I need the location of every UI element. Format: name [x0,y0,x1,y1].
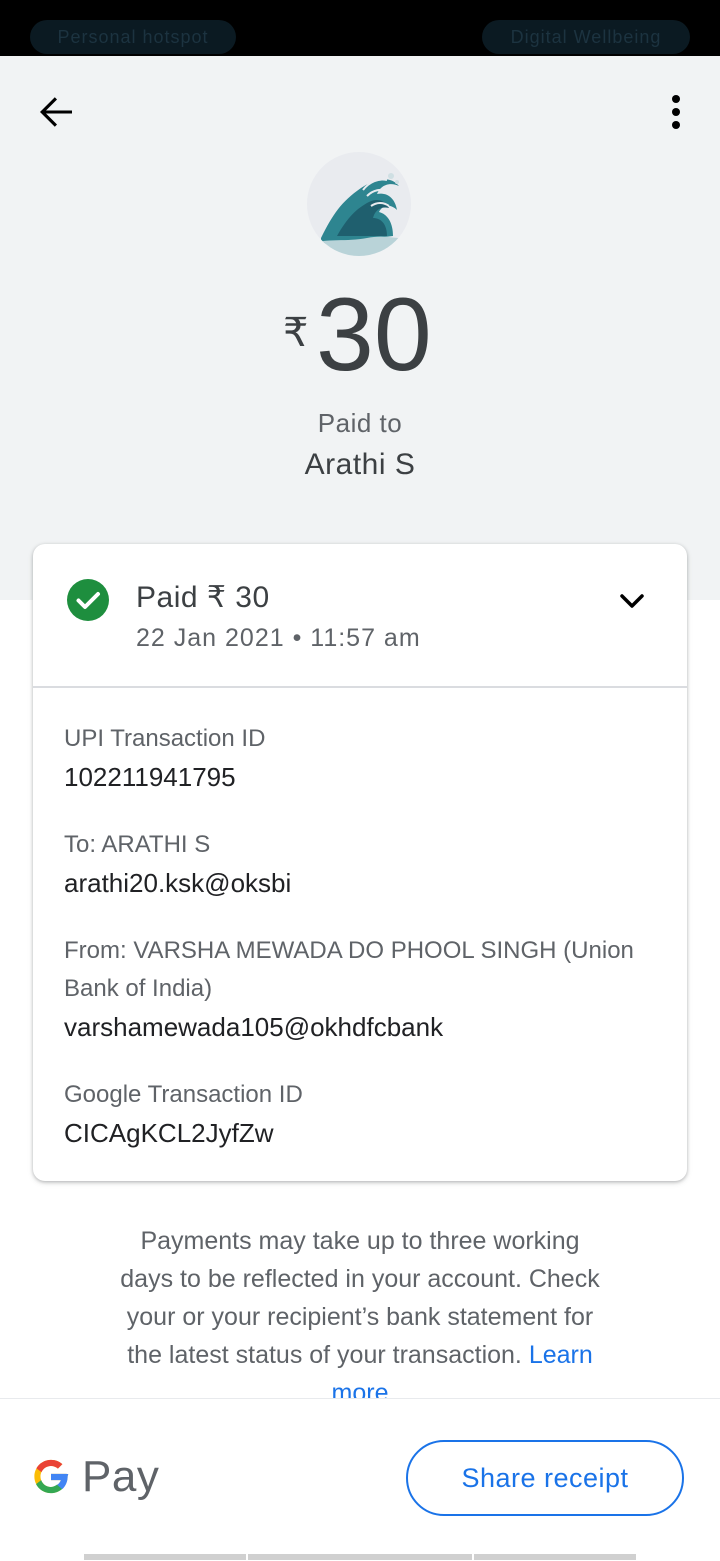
wave-avatar-image [307,152,411,256]
upi-transaction-id-label: UPI Transaction ID [64,725,266,752]
upi-transaction-id-value: 102211941795 [64,762,236,792]
payment-status: Paid ₹ 30 [136,581,270,614]
arrow-back-icon [40,97,72,127]
currency-symbol: ₹ [283,311,309,355]
google-transaction-id-value: CICAgKCL2JyfZw [64,1118,274,1148]
payee-name: Arathi S [304,448,416,481]
processing-note: Payments may take up to three working da… [120,1222,600,1398]
processing-note-text: Payments may take up to three working da… [120,1227,600,1369]
avatar [307,152,411,256]
more-options-button[interactable] [652,86,700,138]
check-circle-icon [67,579,109,621]
nav-indicator-segment [84,1554,246,1560]
google-pay-logo: Pay [30,1452,170,1506]
chevron-down-icon [620,594,644,608]
google-transaction-id-label: Google Transaction ID [64,1081,303,1108]
amount-display: ₹ 30 [0,280,720,390]
payment-datetime: 22 Jan 2021 • 11:57 am [136,624,421,652]
sender-label: From: VARSHA MEWADA DO PHOOL SINGH (Unio… [64,937,634,1002]
recipient-upi-id: arathi20.ksk@oksbi [64,868,292,898]
share-receipt-button[interactable]: Share receipt [406,1440,684,1516]
divider [33,686,687,688]
nav-indicator-segment [474,1554,636,1560]
more-vert-icon [672,95,680,129]
transaction-status-row[interactable]: Paid ₹ 30 22 Jan 2021 • 11:57 am [33,544,687,686]
recipient-label: To: ARATHI S [64,831,211,858]
status-bar: Personal hotspot Digital Wellbeing [0,0,720,56]
paid-to-label: Paid to [317,408,403,438]
status-pill-right: Digital Wellbeing [482,20,690,54]
transaction-card: Paid ₹ 30 22 Jan 2021 • 11:57 am UPI Tra… [33,544,687,1181]
status-pill-left: Personal hotspot [30,20,236,54]
nav-indicator-segment [248,1554,472,1560]
back-button[interactable] [30,86,82,138]
pay-brand-text: Pay [82,1452,160,1501]
sender-upi-id: varshamewada105@okhdfcbank [64,1012,444,1042]
amount-value: 30 [316,277,432,393]
google-g-icon [34,1459,69,1494]
